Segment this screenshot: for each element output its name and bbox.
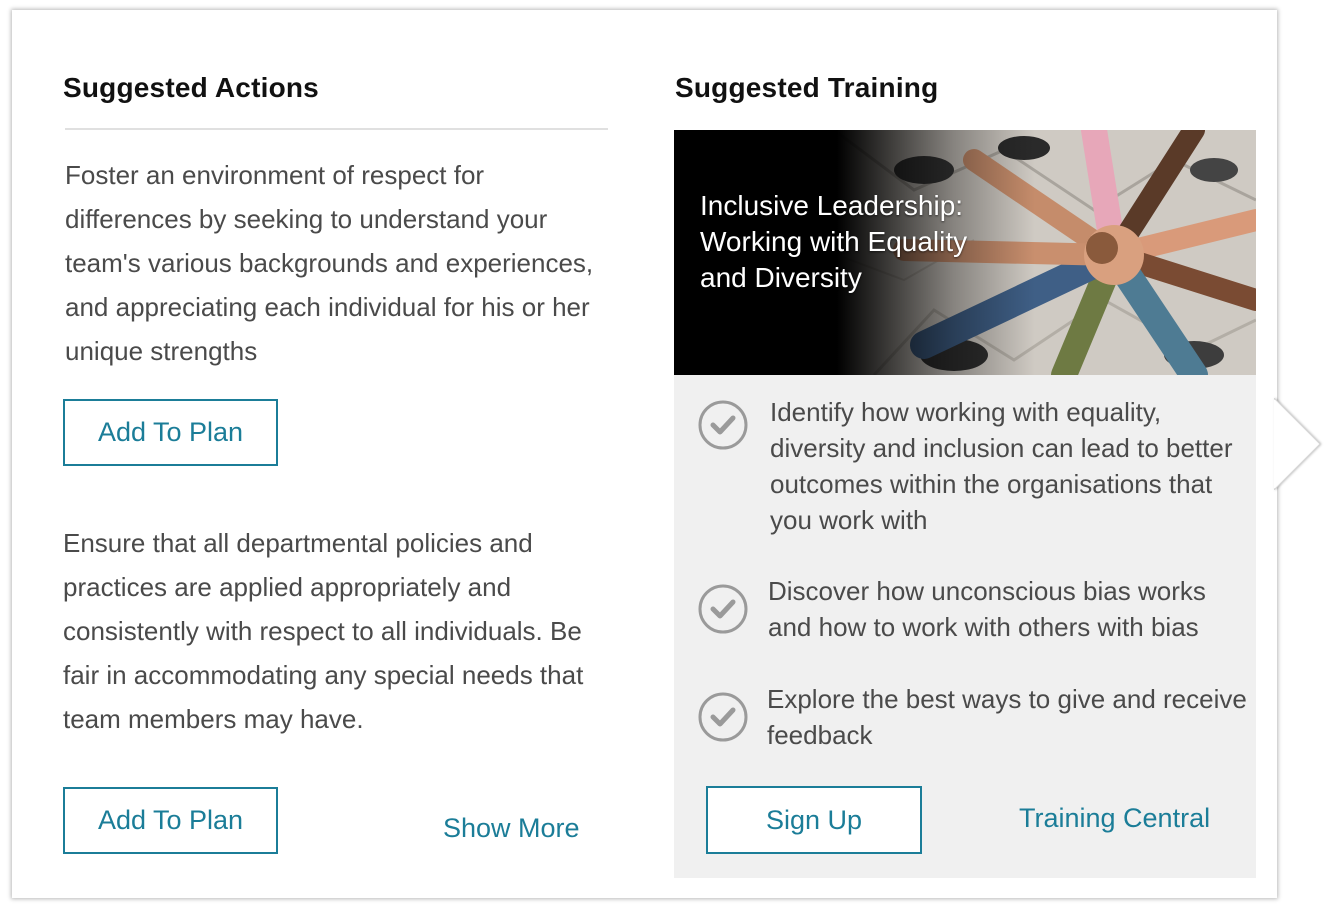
- outcome-text-3: Explore the best ways to give and receiv…: [767, 684, 1247, 750]
- training-central-link[interactable]: Training Central: [1019, 803, 1210, 834]
- outcome-text-1: Identify how working with equality, dive…: [770, 397, 1233, 535]
- outcome-text-2: Discover how unconscious bias works and …: [768, 576, 1206, 642]
- show-more-link[interactable]: Show More: [443, 813, 580, 844]
- check-circle-icon: [698, 692, 748, 742]
- section-divider: [65, 128, 608, 130]
- add-to-plan-button-1[interactable]: Add To Plan: [63, 399, 278, 466]
- sign-up-button[interactable]: Sign Up: [706, 786, 922, 854]
- course-banner[interactable]: Inclusive Leadership: Working with Equal…: [674, 130, 1256, 375]
- action-text-2: Ensure that all departmental policies an…: [63, 528, 584, 734]
- course-title[interactable]: Inclusive Leadership: Working with Equal…: [700, 188, 1020, 296]
- suggested-actions-title: Suggested Actions: [63, 72, 319, 103]
- suggested-training-title: Suggested Training: [675, 72, 939, 103]
- check-circle-icon: [698, 584, 748, 634]
- check-circle-icon: [698, 400, 748, 450]
- add-to-plan-button-2[interactable]: Add To Plan: [63, 787, 278, 854]
- action-text-1: Foster an environment of respect for dif…: [65, 160, 594, 366]
- training-panel: Inclusive Leadership: Working with Equal…: [674, 130, 1256, 878]
